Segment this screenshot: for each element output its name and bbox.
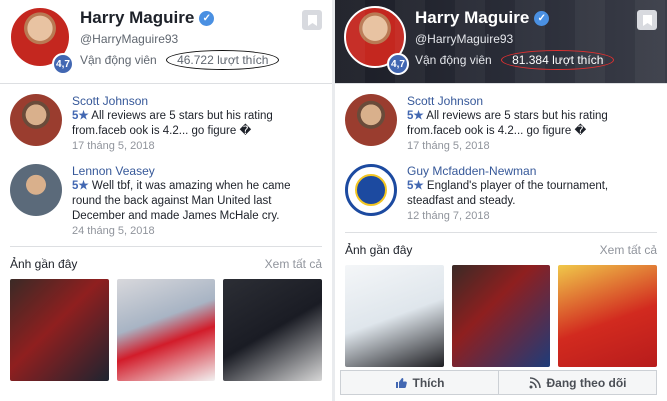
page-name-text[interactable]: Harry Maguire: [415, 8, 529, 28]
photo-thumbnail[interactable]: [10, 279, 109, 381]
review-body: All reviews are 5 stars but his rating f…: [72, 110, 273, 137]
see-all-link[interactable]: Xem tất cả: [265, 257, 322, 271]
photo-thumbnail[interactable]: [451, 265, 551, 367]
photo-grid: [335, 257, 667, 367]
verified-check-icon: ✓: [199, 10, 215, 26]
review-date[interactable]: 17 tháng 5, 2018: [72, 139, 322, 154]
verified-check-icon: ✓: [534, 10, 550, 26]
following-button-label: Đang theo dõi: [546, 375, 627, 390]
page-header: 4,7 Harry Maguire ✓ @HarryMaguire93 Vận …: [335, 0, 667, 84]
review-body: All reviews are 5 stars but his rating f…: [407, 110, 608, 137]
recent-photos-section: Ảnh gần đây Xem tất cả: [335, 232, 667, 367]
divider: [345, 232, 657, 233]
review-item: Lennon Veasey 5★ Well tbf, it was amazin…: [10, 164, 322, 239]
bookmark-icon[interactable]: [637, 10, 657, 30]
review-stars: 5★: [407, 180, 424, 192]
reviewer-avatar[interactable]: [345, 94, 397, 146]
recent-photos-header: Ảnh gần đây Xem tất cả: [0, 257, 332, 271]
page-header: 4,7 Harry Maguire ✓ @HarryMaguire93 Vận …: [0, 0, 332, 84]
page-name[interactable]: Harry Maguire ✓: [415, 8, 550, 28]
page-actions: Thích Đang theo dõi: [340, 370, 657, 395]
club-crest-icon: [355, 174, 387, 206]
page-meta: Vận động viên 81.384 lượt thích: [415, 50, 615, 70]
reviewer-name[interactable]: Guy Mcfadden-Newman: [407, 164, 657, 179]
review-date[interactable]: 12 tháng 7, 2018: [407, 209, 657, 224]
page-category: Vận động viên: [80, 53, 157, 67]
photo-grid: [0, 271, 332, 381]
reviewer-name[interactable]: Lennon Veasey: [72, 164, 322, 179]
review-text: 5★ All reviews are 5 stars but his ratin…: [72, 109, 322, 139]
reviews-list: Scott Johnson 5★ All reviews are 5 stars…: [335, 84, 667, 224]
rss-icon: [529, 376, 541, 388]
review-item: Scott Johnson 5★ All reviews are 5 stars…: [10, 94, 322, 154]
review-item: Scott Johnson 5★ All reviews are 5 stars…: [345, 94, 657, 154]
page-name-text[interactable]: Harry Maguire: [80, 8, 194, 28]
right-page-card: 4,7 Harry Maguire ✓ @HarryMaguire93 Vận …: [335, 0, 667, 401]
left-page-card: 4,7 Harry Maguire ✓ @HarryMaguire93 Vận …: [0, 0, 332, 401]
review-body: England's player of the tournament, stea…: [407, 180, 609, 207]
photo-thumbnail[interactable]: [116, 279, 216, 381]
photo-thumbnail[interactable]: [223, 279, 323, 381]
page-name[interactable]: Harry Maguire ✓: [80, 8, 215, 28]
page-handle: @HarryMaguire93: [415, 32, 514, 46]
photo-thumbnail[interactable]: [558, 265, 658, 367]
likes-count: 81.384 lượt thích: [501, 50, 615, 70]
like-button[interactable]: Thích: [340, 370, 499, 395]
review-stars: 5★: [72, 180, 89, 192]
review-text: 5★ England's player of the tournament, s…: [407, 179, 657, 209]
reviewer-avatar[interactable]: [10, 164, 62, 216]
page-category: Vận động viên: [415, 53, 492, 67]
recent-photos-title: Ảnh gần đây: [10, 257, 78, 271]
page-meta: Vận động viên 46.722 lượt thích: [80, 50, 280, 70]
recent-photos-section: Ảnh gần đây Xem tất cả: [0, 246, 332, 381]
reviewer-avatar[interactable]: [10, 94, 62, 146]
review-stars: 5★: [407, 110, 424, 122]
like-button-label: Thích: [412, 375, 445, 390]
likes-count: 46.722 lượt thích: [166, 50, 280, 70]
reviewer-avatar[interactable]: [345, 164, 397, 216]
following-button[interactable]: Đang theo dõi: [499, 370, 657, 395]
thumbs-up-icon: [395, 377, 407, 388]
recent-photos-header: Ảnh gần đây Xem tất cả: [335, 243, 667, 257]
reviewer-name[interactable]: Scott Johnson: [407, 94, 657, 109]
reviewer-name[interactable]: Scott Johnson: [72, 94, 322, 109]
rating-badge: 4,7: [52, 53, 74, 75]
reviews-list: Scott Johnson 5★ All reviews are 5 stars…: [0, 84, 332, 239]
see-all-link[interactable]: Xem tất cả: [600, 243, 657, 257]
review-stars: 5★: [72, 110, 89, 122]
bookmark-icon[interactable]: [302, 10, 322, 30]
page-handle: @HarryMaguire93: [80, 32, 179, 46]
rating-badge: 4,7: [387, 53, 409, 75]
review-body: Well tbf, it was amazing when he came ro…: [72, 180, 291, 222]
review-text: 5★ Well tbf, it was amazing when he came…: [72, 179, 322, 224]
recent-photos-title: Ảnh gần đây: [345, 243, 413, 257]
review-date[interactable]: 17 tháng 5, 2018: [407, 139, 657, 154]
review-item: Guy Mcfadden-Newman 5★ England's player …: [345, 164, 657, 224]
review-text: 5★ All reviews are 5 stars but his ratin…: [407, 109, 657, 139]
review-date[interactable]: 24 tháng 5, 2018: [72, 224, 322, 239]
divider: [10, 246, 322, 247]
photo-thumbnail[interactable]: [345, 265, 444, 367]
